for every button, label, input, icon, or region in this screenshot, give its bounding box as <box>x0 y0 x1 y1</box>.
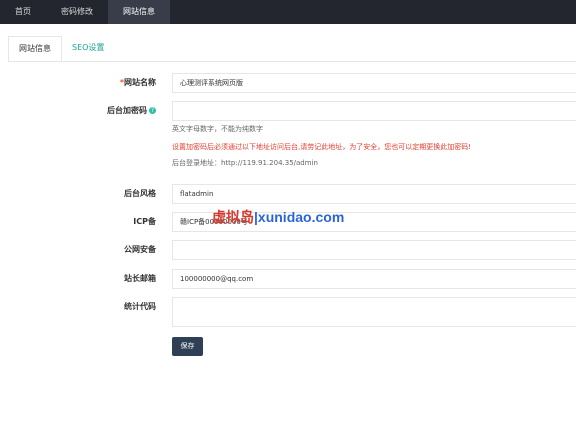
tab-site-info[interactable]: 网站信息 <box>8 36 62 62</box>
tab-bar: 网站信息 SEO设置 <box>8 36 114 62</box>
nav-item-home[interactable]: 首页 <box>0 0 46 24</box>
admin-style-input[interactable]: flatadmin <box>172 184 576 204</box>
admin-code-input[interactable] <box>172 101 576 121</box>
site-name-label: *网站名称 <box>120 77 156 88</box>
admin-login-url: 后台登录地址：http://119.91.204.35/admin <box>172 159 318 167</box>
admin-code-label: 后台加密码? <box>107 105 156 116</box>
tab-seo-settings[interactable]: SEO设置 <box>62 36 114 62</box>
top-nav: 首页 密码修改 网站信息 <box>0 0 576 24</box>
top-navigation-bar: 首页 密码修改 网站信息 <box>0 0 576 24</box>
nav-item-site-info[interactable]: 网站信息 <box>108 0 170 24</box>
watermark-brand: 虚拟岛 <box>212 209 254 225</box>
admin-code-chars-tip: 英文字母数字，不能为纯数字 <box>172 125 263 133</box>
email-input[interactable]: 100000000@qq.com <box>172 269 576 289</box>
stats-code-label: 统计代码 <box>124 302 156 311</box>
save-button[interactable]: 保存 <box>172 337 203 356</box>
site-name-label-text: 网站名称 <box>124 78 156 87</box>
watermark: 虚拟岛|xunidao.com <box>212 207 344 227</box>
question-circle-icon[interactable]: ? <box>149 107 156 114</box>
police-label: 公网安备 <box>124 245 156 254</box>
tab-divider <box>8 61 576 62</box>
admin-code-warning: 设置加密码后必须通过以下地址访问后台,请劳记此地址，为了安全，您也可以定期更换此… <box>172 143 472 151</box>
email-label: 站长邮箱 <box>124 274 156 283</box>
police-input[interactable] <box>172 240 576 260</box>
admin-code-label-text: 后台加密码 <box>107 106 147 115</box>
admin-style-label: 后台风格 <box>124 189 156 198</box>
site-name-input[interactable]: 心理测评系统网页版 <box>172 73 576 93</box>
icp-label: ICP备 <box>133 217 156 226</box>
stats-code-textarea[interactable] <box>172 297 576 327</box>
nav-item-password[interactable]: 密码修改 <box>46 0 108 24</box>
watermark-domain: xunidao.com <box>257 209 345 225</box>
